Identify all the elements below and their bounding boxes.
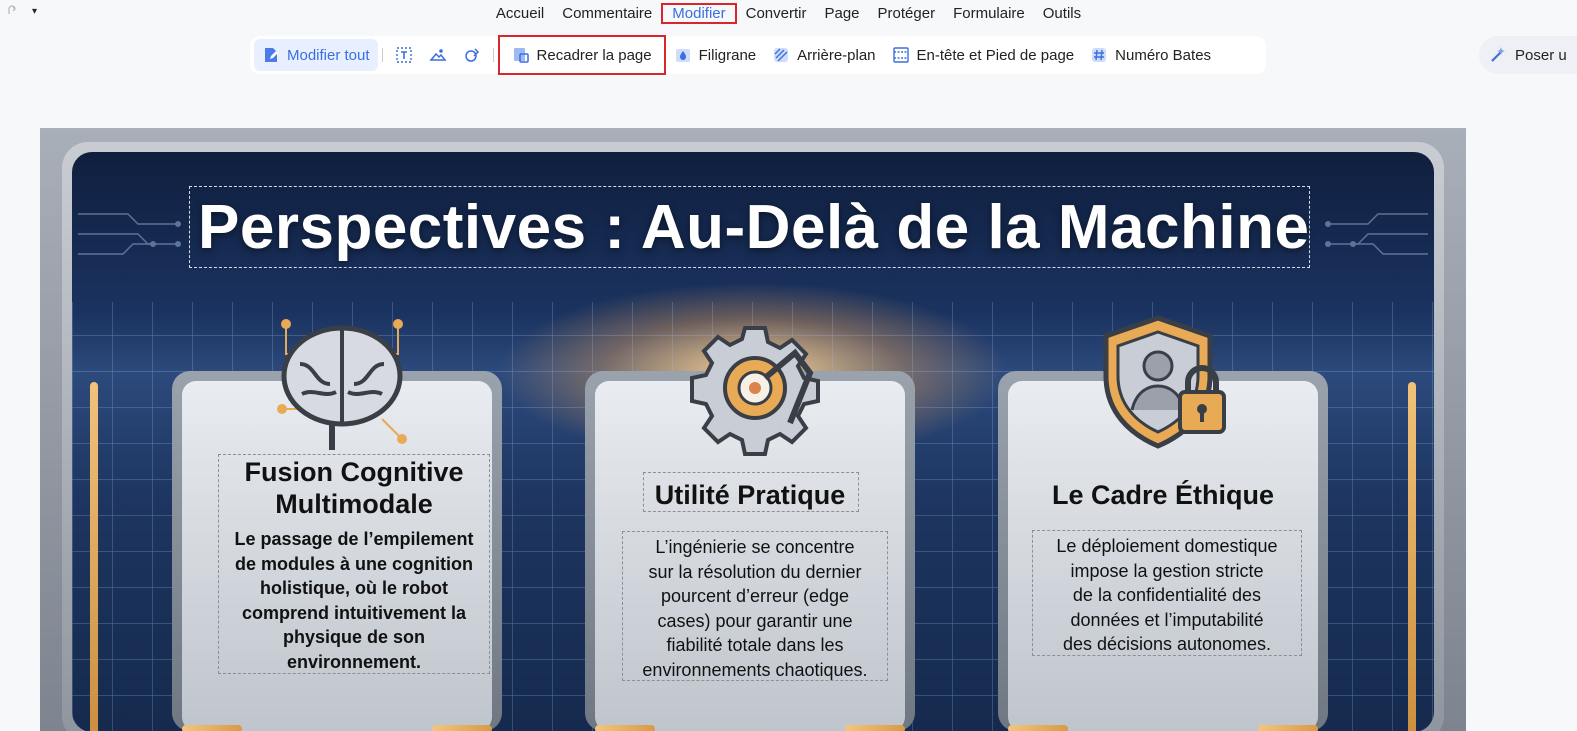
background-label: Arrière-plan <box>797 46 876 64</box>
watermark-label: Filigrane <box>698 46 757 64</box>
edit-toolbar: Modifier tout Recadrer la page Filigrane… <box>250 35 1266 75</box>
shield-lock-icon <box>1103 315 1226 449</box>
card-body: L’ingénierie se concentre sur la résolut… <box>610 535 900 682</box>
card-accent-bar <box>182 725 242 731</box>
card-body-line: L’ingénierie se concentre <box>655 537 855 557</box>
card-body-line: environnements chaotiques. <box>642 659 868 680</box>
gold-rail-left <box>90 382 98 731</box>
card-body-line: pourcent d’erreur (edge <box>660 586 850 606</box>
header-footer-label: En-tête et Pied de page <box>916 46 1075 64</box>
menu-modifier[interactable]: Modifier <box>661 2 737 24</box>
bates-number-button[interactable]: Numéro Bates <box>1082 39 1219 71</box>
background-button[interactable]: Arrière-plan <box>764 39 883 71</box>
toolbar-divider <box>381 48 383 62</box>
card-accent-bar <box>1008 725 1068 731</box>
header-footer-button[interactable]: En-tête et Pied de page <box>884 39 1083 71</box>
card-title-line: Utilité Pratique <box>654 480 846 510</box>
background-icon <box>772 46 790 64</box>
slide-title: Perspectives : Au-Delà de la Machine <box>198 192 1310 262</box>
card-title-line: Le Cadre Éthique <box>1051 480 1275 510</box>
document-page[interactable]: Perspectives : Au-Delà de la Machine Fus… <box>40 128 1466 731</box>
card-body-line: de la confidentialité des <box>1072 585 1262 605</box>
card-body-line: sur la résolution du dernier <box>648 561 862 582</box>
title-text-box[interactable]: Perspectives : Au-Delà de la Machine <box>189 186 1310 268</box>
menu-convertir[interactable]: Convertir <box>737 3 816 24</box>
bates-number-icon <box>1090 46 1108 64</box>
card-title: Fusion Cognitive Multimodale <box>218 456 490 520</box>
crop-page-label: Recadrer la page <box>536 46 652 64</box>
card-title: Utilité Pratique <box>600 479 900 511</box>
gear-robot-arm-icon <box>690 326 820 456</box>
watermark-button[interactable]: Filigrane <box>666 39 765 71</box>
brain-circuit-icon <box>277 319 407 450</box>
ask-assistant-label: Poser u <box>1515 46 1567 64</box>
edit-link-icon <box>463 46 481 64</box>
card-title-line: Multimodale <box>275 489 433 519</box>
edit-link-button[interactable] <box>455 39 489 71</box>
menu-accueil[interactable]: Accueil <box>487 3 553 24</box>
edit-document-icon <box>262 46 280 64</box>
card-body-line: Le déploiement domestique <box>1056 536 1278 556</box>
card-accent-bar <box>1258 725 1318 731</box>
card-title: Le Cadre Éthique <box>1013 479 1313 511</box>
card-body-line: environnement. <box>286 651 422 672</box>
bates-number-label: Numéro Bates <box>1115 46 1212 64</box>
card-body-line: cases) pour garantir une <box>657 610 853 631</box>
circuit-decoration-icon <box>1325 213 1428 255</box>
header-footer-icon <box>892 46 910 64</box>
ai-sparkle-icon <box>1489 46 1507 64</box>
card-body: Le déploiement domestique impose la gest… <box>1025 534 1309 657</box>
circuit-decoration-icon <box>78 213 181 255</box>
menu-page[interactable]: Page <box>815 3 868 24</box>
edit-all-label: Modifier tout <box>287 46 370 64</box>
menu-formulaire[interactable]: Formulaire <box>944 3 1034 24</box>
menu-outils[interactable]: Outils <box>1034 3 1090 24</box>
edit-text-button[interactable] <box>387 39 421 71</box>
card-accent-bar <box>595 725 655 731</box>
edit-image-icon <box>428 46 447 64</box>
card-body: Le passage de l’empilement de modules à … <box>218 527 490 674</box>
menu-proteger[interactable]: Protéger <box>869 3 945 24</box>
card-body-line: données et l’imputabilité <box>1070 609 1264 630</box>
gold-rail-right <box>1408 382 1416 731</box>
card-body-line: des décisions autonomes. <box>1062 634 1272 654</box>
card-accent-bar <box>432 725 492 731</box>
card-body-line: de modules à une cognition <box>234 553 474 574</box>
menu-commentaire[interactable]: Commentaire <box>553 3 661 24</box>
card-accent-bar <box>845 725 905 731</box>
card-body-line: fiabilité totale dans les <box>666 635 844 655</box>
card-body-line: holistique, où le robot <box>260 578 448 598</box>
card-body-line: comprend intuitivement la <box>241 602 467 623</box>
ask-assistant-button[interactable]: Poser u <box>1479 36 1577 74</box>
edit-image-button[interactable] <box>421 39 455 71</box>
card-title-line: Fusion Cognitive <box>244 457 464 487</box>
watermark-icon <box>674 46 692 64</box>
crop-page-icon <box>512 46 530 64</box>
card-body-line: Le passage de l’empilement <box>234 529 474 549</box>
crop-page-button[interactable]: Recadrer la page <box>497 35 666 75</box>
edit-all-button[interactable]: Modifier tout <box>254 39 378 71</box>
card-body-line: impose la gestion stricte <box>1070 560 1264 581</box>
edit-text-icon <box>395 46 413 64</box>
menu-bar: Accueil Commentaire Modifier Convertir P… <box>0 0 1577 26</box>
toolbar-divider <box>492 48 494 62</box>
card-body-line: physique de son <box>282 627 426 647</box>
